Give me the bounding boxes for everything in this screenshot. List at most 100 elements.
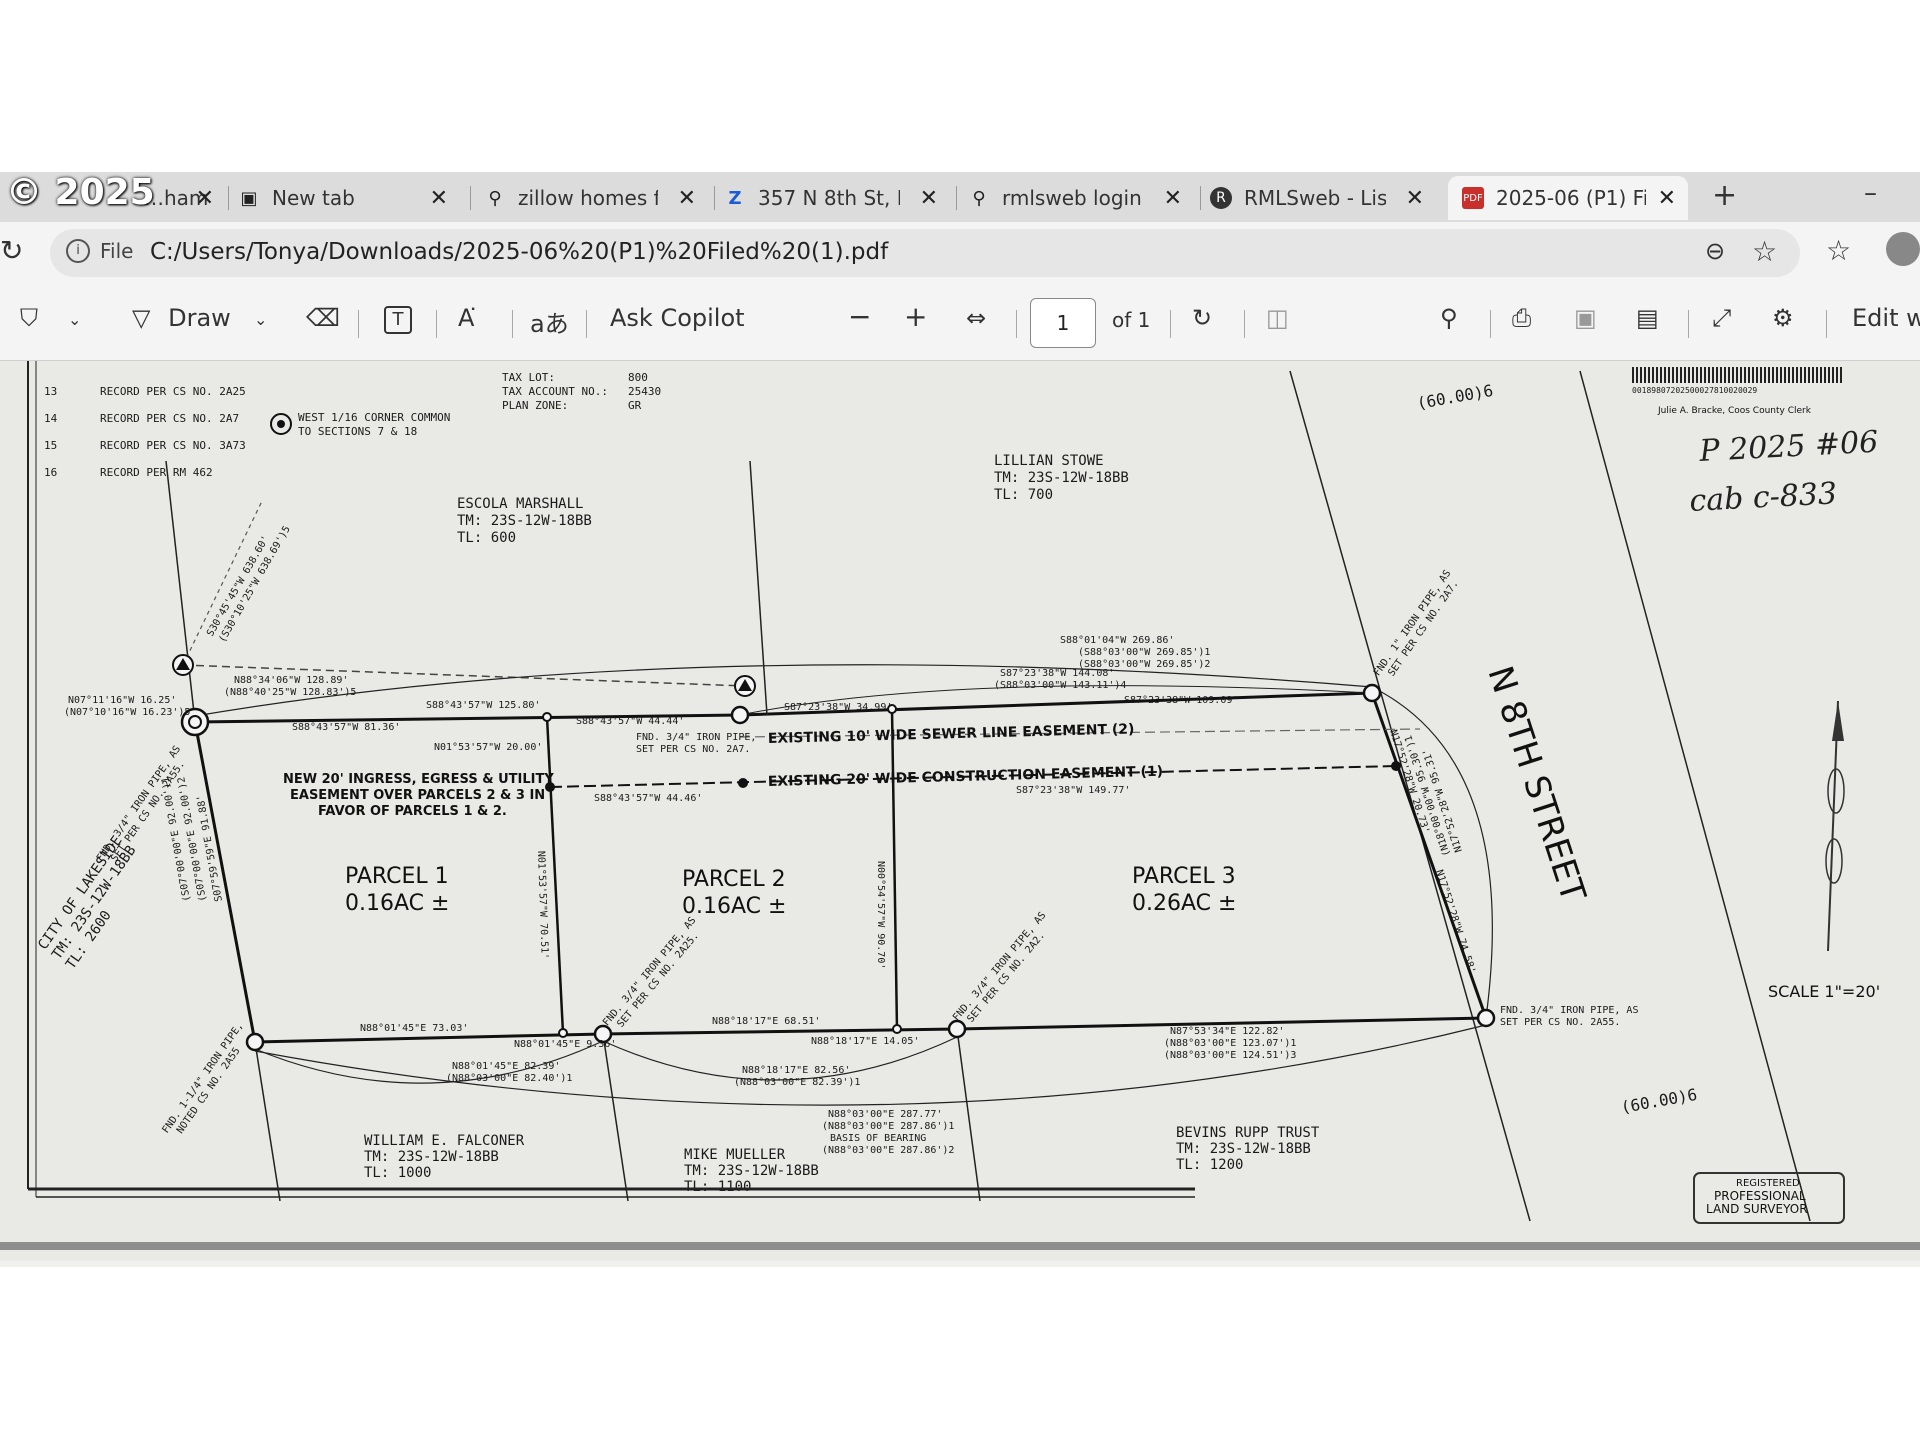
tab-separator [956, 186, 957, 210]
tab-rmlsweb[interactable]: R RMLSweb - List ✕ [1210, 176, 1432, 220]
close-icon[interactable]: ✕ [430, 186, 448, 211]
bearing-label: (N88°03'00"E 287.86')2 [822, 1145, 954, 1156]
new-tab-button[interactable]: + [1712, 178, 1737, 213]
tab-label: 2025-06 (P1) Fil [1496, 186, 1646, 210]
bearing-label: N88°18'17"E 68.51' [712, 1016, 820, 1027]
chevron-down-icon[interactable]: ⌄ [68, 310, 81, 329]
scroll-edge [0, 1242, 1920, 1250]
monument-note-line: FND. 1" IRON PIPE, AS [1372, 568, 1454, 678]
draw-label: Draw [168, 304, 231, 332]
minimize-button[interactable]: – [1864, 178, 1877, 208]
save-icon[interactable]: ▣ [1574, 304, 1597, 332]
parcel-line-2-3 [890, 708, 899, 1031]
highlight-icon[interactable]: ⛉ [20, 304, 38, 332]
favorite-star-icon[interactable]: ☆ [1752, 235, 1777, 268]
toolbar-separator [1688, 310, 1689, 338]
favorites-icon[interactable]: ☆ [1826, 234, 1851, 267]
owner-tl: TL: 1100 [684, 1179, 751, 1195]
owner-name: LILLIAN STOWE [994, 453, 1104, 469]
page-view-icon[interactable]: ◫ [1266, 304, 1289, 332]
tab-pdf[interactable]: PDF 2025-06 (P1) Fil ✕ [1448, 176, 1688, 220]
parcel-2-area: 0.16AC ± [682, 894, 786, 919]
tab-zillow-listing[interactable]: Z 357 N 8th St, La ✕ [724, 176, 946, 220]
browser-window: …ham ✕ ▣ New tab ✕ ⚲ zillow homes fo ✕ Z… [0, 172, 1920, 1267]
close-icon[interactable]: ✕ [196, 186, 214, 211]
edit-button[interactable]: Edit wi [1852, 304, 1920, 332]
chevron-down-icon[interactable]: ⌄ [254, 310, 267, 329]
print-icon[interactable]: ⎙ [1512, 304, 1531, 332]
bearing-label: (N88°03'00"E 287.86')1 [822, 1121, 954, 1132]
text-box-icon[interactable]: T [384, 306, 412, 334]
parcel-1-label: PARCEL 1 [345, 864, 449, 889]
triangle-marker [172, 654, 194, 676]
bearing-label: S87°23'38"W 109.09' [1124, 695, 1238, 706]
profile-icon[interactable] [1886, 232, 1920, 266]
new-easement-label: FAVOR OF PARCELS 1 & 2. [318, 804, 507, 819]
tab-strip: …ham ✕ ▣ New tab ✕ ⚲ zillow homes fo ✕ Z… [0, 172, 1920, 222]
zoom-out-button[interactable]: − [848, 300, 871, 333]
fit-width-icon[interactable]: ⇔ [966, 304, 986, 332]
zoom-out-icon[interactable]: ⊖ [1705, 237, 1725, 265]
parcel-1-area: 0.16AC ± [345, 891, 449, 916]
zillow-icon: Z [728, 187, 742, 209]
bearing-label: N88°01'45"E 73.03' [360, 1023, 468, 1034]
search-icon: ⚲ [488, 187, 502, 209]
save-as-icon[interactable]: ▤ [1636, 304, 1659, 332]
toolbar-separator [436, 310, 437, 338]
eraser-icon[interactable]: ⌫ [306, 304, 340, 332]
site-info[interactable]: i File [66, 239, 133, 263]
monument-note-line: FND. 1-1/4" IRON PIPE, [161, 1021, 246, 1136]
plan-zone-label: PLAN ZONE: [502, 399, 568, 412]
pdf-icon: PDF [1462, 187, 1484, 209]
settings-gear-icon[interactable]: ⚙ [1772, 304, 1794, 332]
translate-icon[interactable]: aあ [530, 304, 569, 339]
tab-label: New tab [272, 186, 355, 210]
row-width-bottom: (60.00)6 [1619, 1085, 1698, 1117]
tab-new-tab[interactable]: ▣ New tab ✕ [238, 176, 458, 220]
tab-rmls-search[interactable]: ⚲ rmlsweb login - ✕ [968, 176, 1190, 220]
owner-tm: TM: 23S-12W-18BB [994, 470, 1129, 486]
bearing-label: (S88°03'00"W 143.11')4 [994, 680, 1126, 691]
url-text[interactable]: C:/Users/Tonya/Downloads/2025-06%20(P1)%… [150, 239, 888, 265]
corner-note: WEST 1/16 CORNER COMMON [298, 411, 450, 424]
scheme-label: File [100, 239, 134, 263]
bearing-label: (N88°03'00"E 124.51')3 [1164, 1050, 1296, 1061]
point-marker [542, 712, 552, 722]
monument-marker [730, 705, 750, 725]
new-easement-label: NEW 20' INGRESS, EGRESS & UTILITY [283, 772, 554, 787]
survey-plat: 13 RECORD PER CS NO. 2A25 14 RECORD PER … [27, 361, 1880, 1224]
search-icon[interactable]: ⚲ [1440, 304, 1458, 332]
address-bar[interactable]: i File C:/Users/Tonya/Downloads/2025-06%… [50, 229, 1800, 277]
close-icon[interactable]: ✕ [920, 186, 938, 211]
tab-separator [714, 186, 715, 210]
bearing-label: (N88°03'00"E 82.40')1 [446, 1073, 572, 1084]
close-icon[interactable]: ✕ [678, 186, 696, 211]
close-icon[interactable]: ✕ [1658, 186, 1676, 211]
toolbar-separator [1244, 310, 1245, 338]
point-marker [738, 778, 748, 788]
recording-barcode [1632, 367, 1842, 383]
bearing-label: (N07°10'16"W 16.23')5 [64, 707, 190, 718]
bearing-label: N00°54'57"W 90.70' [875, 861, 886, 969]
draw-button[interactable]: ▽ Draw [132, 304, 231, 332]
adjoiner-line [956, 1028, 981, 1202]
legend-num: 16 [44, 466, 57, 479]
toolbar-separator [1016, 310, 1017, 338]
close-icon[interactable]: ✕ [1406, 186, 1424, 211]
close-icon[interactable]: ✕ [1164, 186, 1182, 211]
zoom-in-button[interactable]: + [904, 300, 927, 333]
read-aloud-icon[interactable]: A͘ [458, 304, 474, 332]
page-number-input[interactable]: 1 [1030, 298, 1096, 348]
refresh-icon[interactable]: ↻ [0, 234, 23, 267]
handwritten-cabinet: cab c-833 [1689, 476, 1838, 519]
bearing-label: N88°03'00"E 287.77' [828, 1109, 942, 1120]
parcel-3-label: PARCEL 3 [1132, 864, 1236, 889]
tab-zillow-search[interactable]: ⚲ zillow homes fo ✕ [484, 176, 704, 220]
fullscreen-icon[interactable]: ⤢ [1712, 304, 1731, 332]
tab-separator [228, 186, 229, 210]
bearing-label: S88°43'57"W 44.46' [594, 793, 702, 804]
ask-copilot-button[interactable]: Ask Copilot [610, 304, 745, 332]
rotate-icon[interactable]: ↻ [1192, 304, 1212, 332]
monument-note-line: SET PER CS NO. 2A55. [1500, 1017, 1620, 1028]
barcode-number: 00189807202500027810020029 [1632, 386, 1757, 395]
